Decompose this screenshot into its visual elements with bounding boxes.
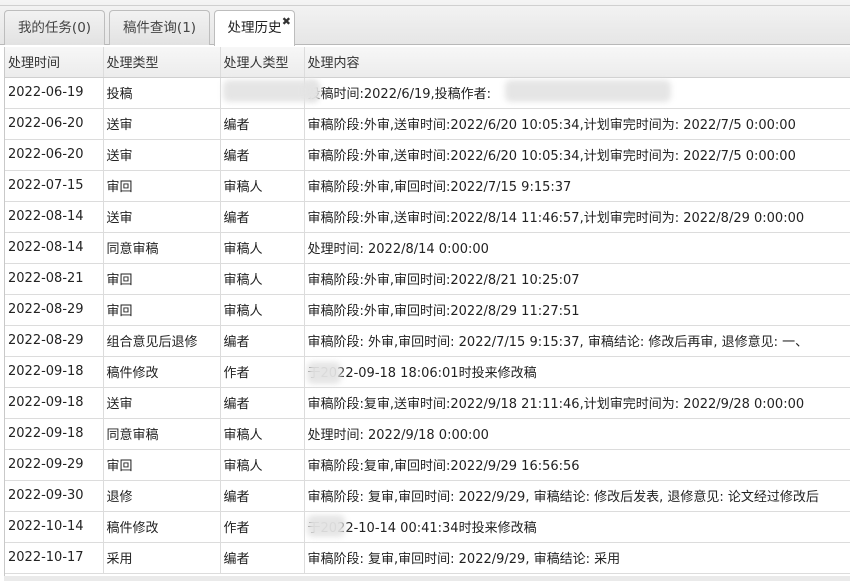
cell-time: 2022-06-20: [5, 108, 104, 140]
cell-time: 2022-10-14: [5, 511, 104, 543]
column-header-content[interactable]: 处理内容: [304, 47, 850, 78]
cell-time: 2022-08-14: [5, 232, 104, 264]
cell-type: 审回: [103, 170, 221, 202]
cell-type: 审回: [103, 294, 221, 326]
cell-content: 审稿阶段:复审,送审时间:2022/9/18 21:11:46,计划审完时间为:…: [304, 387, 850, 419]
table-row[interactable]: 2022-09-18 送审 编者 审稿阶段:复审,送审时间:2022/9/18 21:…: [5, 387, 850, 419]
cell-type: 采用: [103, 542, 221, 574]
table-row[interactable]: 2022-08-29 组合意见后退修 编者 审稿阶段: 外审,审回时间: 2022/7…: [5, 325, 850, 357]
tab-label: 处理历史: [227, 20, 282, 36]
cell-handler-type: 编者: [220, 542, 305, 574]
cell-content: 审稿阶段: 复审,审回时间: 2022/9/29, 审稿结论: 采用: [304, 542, 850, 574]
column-header-handler-type[interactable]: 处理人类型: [220, 47, 305, 78]
cell-type: 投稿: [103, 77, 221, 109]
cell-content: 审稿阶段:外审,审回时间:2022/8/29 11:27:51: [304, 294, 850, 326]
table-row[interactable]: 2022-10-17 采用 编者 审稿阶段: 复审,审回时间: 2022/9/29, …: [5, 542, 850, 574]
cell-handler-type: 审稿人: [220, 170, 305, 202]
cell-time: 2022-06-19: [5, 77, 104, 109]
cell-time: 2022-08-21: [5, 263, 104, 295]
tab-manuscript-query[interactable]: 稿件查询(1): [109, 10, 210, 45]
tab-my-tasks[interactable]: 我的任务(0): [4, 10, 105, 45]
cell-time: 2022-08-14: [5, 201, 104, 233]
cell-type: 送审: [103, 201, 221, 233]
tab-bar: 我的任务(0) 稿件查询(1) 处理历史 ✖: [0, 0, 850, 46]
horizontal-scrollbar[interactable]: [4, 576, 850, 581]
cell-handler-type: 编者: [220, 139, 305, 171]
cell-time: 2022-07-15: [5, 170, 104, 202]
table-row[interactable]: 2022-09-29 审回 审稿人 审稿阶段:复审,审回时间:2022/9/29 16…: [5, 449, 850, 481]
cell-type: 稿件修改: [103, 511, 221, 543]
cell-type: 审回: [103, 263, 221, 295]
cell-content: 审稿阶段: 复审,审回时间: 2022/9/29, 审稿结论: 修改后发表, 退…: [304, 480, 850, 512]
tab-label: 我的任务(0): [17, 20, 92, 36]
cell-time: 2022-08-29: [5, 325, 104, 357]
close-icon[interactable]: ✖: [282, 16, 291, 28]
cell-type: 同意审稿: [103, 232, 221, 264]
table-row[interactable]: 2022-08-29 审回 审稿人 审稿阶段:外审,审回时间:2022/8/29 11…: [5, 294, 850, 326]
cell-handler-type: 审稿人: [220, 449, 305, 481]
cell-time: 2022-09-30: [5, 480, 104, 512]
cell-handler-type: 编者: [220, 387, 305, 419]
cell-content: 处理时间: 2022/9/18 0:00:00: [304, 418, 850, 450]
cell-type: 送审: [103, 387, 221, 419]
history-table: 处理时间 处理类型 处理人类型 处理内容 2022-06-19 投稿 投稿时间:20…: [5, 47, 850, 574]
cell-time: 2022-09-18: [5, 387, 104, 419]
cell-handler-type: 编者: [220, 325, 305, 357]
cell-content: 于2022-09-18 18:06:01时投来修改稿: [304, 356, 850, 388]
table-row[interactable]: 2022-06-20 送审 编者 审稿阶段:外审,送审时间:2022/6/20 10:…: [5, 139, 850, 171]
table-row[interactable]: 2022-08-21 审回 审稿人 审稿阶段:外审,审回时间:2022/8/21 10…: [5, 263, 850, 295]
cell-content: 审稿阶段: 外审,审回时间: 2022/7/15 9:15:37, 审稿结论: …: [304, 325, 850, 357]
cell-content: 审稿阶段:外审,审回时间:2022/8/21 10:25:07: [304, 263, 850, 295]
cell-type: 送审: [103, 139, 221, 171]
tab-processing-history[interactable]: 处理历史 ✖: [214, 10, 295, 46]
cell-time: 2022-08-29: [5, 294, 104, 326]
cell-handler-type: 审稿人: [220, 418, 305, 450]
cell-handler-type: 作者: [220, 356, 305, 388]
table-row[interactable]: 2022-09-18 稿件修改 作者 于2022-09-18 18:06:01时投来修…: [5, 356, 850, 388]
redacted-content-prefix: [305, 81, 319, 101]
redacted-author-name-3: [307, 515, 345, 537]
table-header-row: 处理时间 处理类型 处理人类型 处理内容: [5, 47, 850, 78]
cell-time: 2022-10-17: [5, 542, 104, 574]
cell-content: 审稿阶段:外审,审回时间:2022/7/15 9:15:37: [304, 170, 850, 202]
cell-content: 审稿阶段:外审,送审时间:2022/8/14 11:46:57,计划审完时间为:…: [304, 201, 850, 233]
cell-type: 审回: [103, 449, 221, 481]
cell-handler-type: 审稿人: [220, 232, 305, 264]
redacted-author-name-2: [307, 362, 341, 384]
cell-time: 2022-09-18: [5, 418, 104, 450]
cell-handler-type: 编者: [220, 108, 305, 140]
cell-type: 退修: [103, 480, 221, 512]
table-row[interactable]: 2022-06-20 送审 编者 审稿阶段:外审,送审时间:2022/6/20 10:…: [5, 108, 850, 140]
history-grid: 处理时间 处理类型 处理人类型 处理内容 2022-06-19 投稿 投稿时间:20…: [4, 47, 850, 581]
cell-handler-type: 编者: [220, 480, 305, 512]
cell-content: 于2022-10-14 00:41:34时投来修改稿: [304, 511, 850, 543]
cell-time: 2022-09-29: [5, 449, 104, 481]
redacted-author-name: [505, 80, 671, 102]
cell-type: 同意审稿: [103, 418, 221, 450]
cell-handler-type: 审稿人: [220, 294, 305, 326]
cell-content: 审稿阶段:外审,送审时间:2022/6/20 10:05:34,计划审完时间为:…: [304, 108, 850, 140]
table-row[interactable]: 2022-08-14 同意审稿 审稿人 处理时间: 2022/8/14 0:00:00: [5, 232, 850, 264]
table-row[interactable]: 2022-06-19 投稿 投稿时间:2022/6/19,投稿作者:: [5, 77, 850, 109]
cell-handler-type: 作者: [220, 511, 305, 543]
tab-label: 稿件查询(1): [122, 20, 197, 36]
cell-content: 处理时间: 2022/8/14 0:00:00: [304, 232, 850, 264]
column-header-time[interactable]: 处理时间: [5, 47, 104, 78]
cell-time: 2022-06-20: [5, 139, 104, 171]
cell-type: 稿件修改: [103, 356, 221, 388]
tab-bar-top-line: [0, 5, 850, 6]
column-header-type[interactable]: 处理类型: [103, 47, 221, 78]
cell-content: 审稿阶段:外审,送审时间:2022/6/20 10:05:34,计划审完时间为:…: [304, 139, 850, 171]
table-row[interactable]: 2022-08-14 送审 编者 审稿阶段:外审,送审时间:2022/8/14 11:…: [5, 201, 850, 233]
table-row[interactable]: 2022-09-18 同意审稿 审稿人 处理时间: 2022/9/18 0:00:00: [5, 418, 850, 450]
cell-content: 审稿阶段:复审,审回时间:2022/9/29 16:56:56: [304, 449, 850, 481]
cell-type: 送审: [103, 108, 221, 140]
cell-time: 2022-09-18: [5, 356, 104, 388]
cell-handler-type: 编者: [220, 201, 305, 233]
cell-type: 组合意见后退修: [103, 325, 221, 357]
table-row[interactable]: 2022-10-14 稿件修改 作者 于2022-10-14 00:41:34时投来修…: [5, 511, 850, 543]
table-row[interactable]: 2022-07-15 审回 审稿人 审稿阶段:外审,审回时间:2022/7/15 9:…: [5, 170, 850, 202]
cell-handler-type: 审稿人: [220, 263, 305, 295]
table-row[interactable]: 2022-09-30 退修 编者 审稿阶段: 复审,审回时间: 2022/9/29, …: [5, 480, 850, 512]
